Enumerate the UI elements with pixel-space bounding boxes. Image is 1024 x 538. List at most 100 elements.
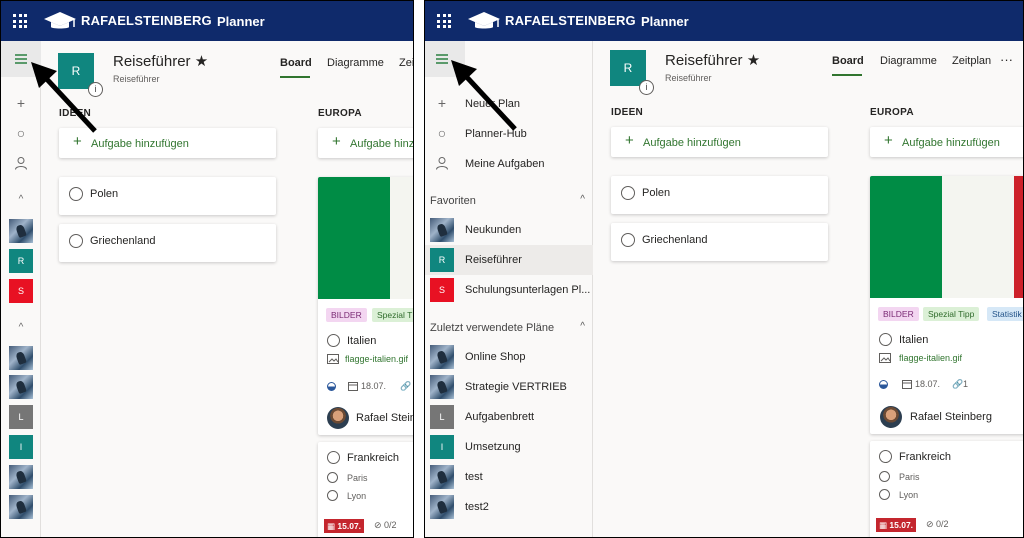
app-launcher-icon[interactable] — [13, 14, 27, 28]
planner-hub-icon[interactable]: ○ — [14, 126, 28, 140]
task-card-italien[interactable]: BILDER Spezial T Italien flagge-italien.… — [318, 177, 413, 435]
task-card-italien[interactable]: BILDER Spezial Tipp Statistik Italien fl… — [870, 176, 1023, 434]
more-options-icon[interactable]: ··· — [1000, 52, 1013, 67]
graduation-cap-icon — [44, 12, 76, 29]
plan-tile-aufgabenbrett[interactable]: L — [9, 405, 33, 429]
chevron-up-icon: ^ — [580, 194, 585, 205]
due-date: 18.07. — [361, 381, 387, 391]
overdue-date-badge: ▦ 15.07. — [324, 519, 365, 533]
plan-title: Reiseführer ★ — [665, 52, 761, 69]
paperclip-icon: 🔗 — [400, 381, 412, 391]
complete-task-checkbox[interactable] — [69, 187, 83, 201]
nav-item-planner-hub[interactable]: ○ Planner-Hub — [425, 119, 593, 149]
task-card-frankreich[interactable]: Frankreich Paris Lyon ▦ 15.07. ⊘ 0/2 — [318, 442, 413, 537]
plan-thumbnail-online-shop[interactable] — [9, 346, 33, 370]
label-bilder[interactable]: BILDER — [326, 308, 367, 322]
tab-board[interactable]: Board — [832, 55, 864, 67]
screenshot-expanded-nav: RAFAELSTEINBERG Planner + Neuer Plan ○ P… — [424, 0, 1024, 538]
complete-task-checkbox[interactable] — [879, 450, 892, 463]
nav-section-recent[interactable]: Zuletzt verwendete Pläne ^ — [425, 316, 593, 340]
italy-flag-red — [1014, 176, 1023, 298]
hamburger-menu-icon[interactable] — [425, 41, 465, 77]
add-task-button[interactable]: + Aufgabe hinzu — [318, 128, 413, 158]
avatar[interactable] — [327, 407, 349, 429]
plan-thumbnail-strategie[interactable] — [9, 375, 33, 399]
plan-subtitle: Reiseführer — [665, 73, 712, 83]
nav-item-test2[interactable]: test2 — [425, 492, 593, 522]
nav-item-neukunden[interactable]: Neukunden — [425, 215, 593, 245]
italy-flag-white — [942, 176, 1014, 298]
task-card-griechenland[interactable]: Griechenland — [59, 224, 276, 262]
star-icon[interactable]: ★ — [747, 52, 760, 69]
attachment-link[interactable]: flagge-italien.gif — [345, 354, 408, 364]
image-icon — [327, 354, 339, 364]
info-icon[interactable]: i — [639, 80, 654, 95]
checklist-item-checkbox[interactable] — [327, 472, 338, 483]
task-title: Frankreich — [899, 451, 951, 463]
attachment-link[interactable]: flagge-italien.gif — [899, 353, 962, 363]
app-name[interactable]: Planner — [217, 14, 265, 29]
chevron-up-icon[interactable]: ^ — [15, 194, 27, 206]
hamburger-menu-icon[interactable] — [1, 41, 41, 77]
avatar[interactable] — [880, 406, 902, 428]
task-card-polen[interactable]: Polen — [611, 176, 828, 214]
info-icon[interactable]: i — [88, 82, 103, 97]
task-card-griechenland[interactable]: Griechenland — [611, 223, 828, 261]
tab-zeitplan[interactable]: Zeitplan — [952, 55, 991, 67]
tab-board[interactable]: Board — [280, 57, 312, 69]
calendar-icon — [348, 382, 358, 391]
nav-item-umsetzung[interactable]: I Umsetzung — [425, 432, 593, 462]
chevron-up-icon[interactable]: ^ — [15, 322, 27, 334]
assignee-name: Rafael Steinberg — [910, 411, 992, 423]
tab-diagramme[interactable]: Diagramme — [327, 57, 384, 69]
app-launcher-icon[interactable] — [437, 14, 451, 28]
label-statistik[interactable]: Statistik — [987, 307, 1023, 321]
nav-section-favorites[interactable]: Favoriten ^ — [425, 189, 593, 213]
brand-name: RAFAELSTEINBERG — [81, 13, 212, 28]
complete-task-checkbox[interactable] — [879, 333, 892, 346]
checklist-item-checkbox[interactable] — [879, 471, 890, 482]
checklist-item-checkbox[interactable] — [327, 490, 338, 501]
plan-tile-umsetzung[interactable]: I — [9, 435, 33, 459]
add-task-button[interactable]: + Aufgabe hinzufügen — [611, 127, 828, 157]
plus-icon[interactable]: + — [14, 96, 28, 110]
complete-task-checkbox[interactable] — [327, 451, 340, 464]
label-bilder[interactable]: BILDER — [878, 307, 919, 321]
plan-thumbnail-test2[interactable] — [9, 495, 33, 519]
tab-zeitplan[interactable]: Zeit — [399, 57, 413, 69]
label-spezial-tipp[interactable]: Spezial T — [372, 308, 413, 322]
nav-item-aufgabenbrett[interactable]: L Aufgabenbrett — [425, 402, 593, 432]
collapsed-nav-rail: + ○ ^ R S ^ L I — [1, 41, 41, 537]
app-name[interactable]: Planner — [641, 14, 689, 29]
add-task-button[interactable]: + Aufgabe hinzufügen — [59, 128, 276, 158]
plan-thumbnail-test[interactable] — [9, 465, 33, 489]
checklist-item-checkbox[interactable] — [879, 489, 890, 500]
chevron-up-icon: ^ — [580, 321, 585, 332]
label-spezial-tipp[interactable]: Spezial Tipp — [923, 307, 980, 321]
complete-task-checkbox[interactable] — [327, 334, 340, 347]
nav-item-new-plan[interactable]: + Neuer Plan — [425, 89, 593, 119]
nav-item-schulungsunterlagen[interactable]: S Schulungsunterlagen Pl... — [425, 275, 593, 305]
nav-item-reisefuehrer[interactable]: R Reiseführer — [425, 245, 593, 275]
task-card-polen[interactable]: Polen — [59, 177, 276, 215]
complete-task-checkbox[interactable] — [621, 186, 635, 200]
italy-flag-white — [390, 177, 413, 299]
complete-task-checkbox[interactable] — [69, 234, 83, 248]
task-card-frankreich[interactable]: Frankreich Paris Lyon ▦ 15.07. ⊘ 0/2 — [870, 441, 1023, 537]
complete-task-checkbox[interactable] — [621, 233, 635, 247]
plan-thumbnail-neukunden[interactable] — [9, 219, 33, 243]
nav-item-strategie-vertrieb[interactable]: Strategie VERTRIEB — [425, 372, 593, 402]
plan-thumbnail — [430, 218, 454, 242]
plan-tile-reisefuehrer[interactable]: R — [9, 249, 33, 273]
nav-item-online-shop[interactable]: Online Shop — [425, 342, 593, 372]
plan-tile-schulungsunterlagen[interactable]: S — [9, 279, 33, 303]
star-icon[interactable]: ★ — [195, 53, 208, 70]
tab-diagramme[interactable]: Diagramme — [880, 55, 937, 67]
due-date: 18.07. — [915, 379, 941, 389]
add-task-button[interactable]: + Aufgabe hinzufügen — [870, 127, 1023, 157]
nav-item-my-tasks[interactable]: Meine Aufgaben — [425, 149, 593, 179]
person-icon[interactable] — [14, 156, 28, 170]
nav-item-test[interactable]: test — [425, 462, 593, 492]
task-title: Italien — [899, 334, 929, 346]
progress-half-icon — [879, 380, 888, 389]
